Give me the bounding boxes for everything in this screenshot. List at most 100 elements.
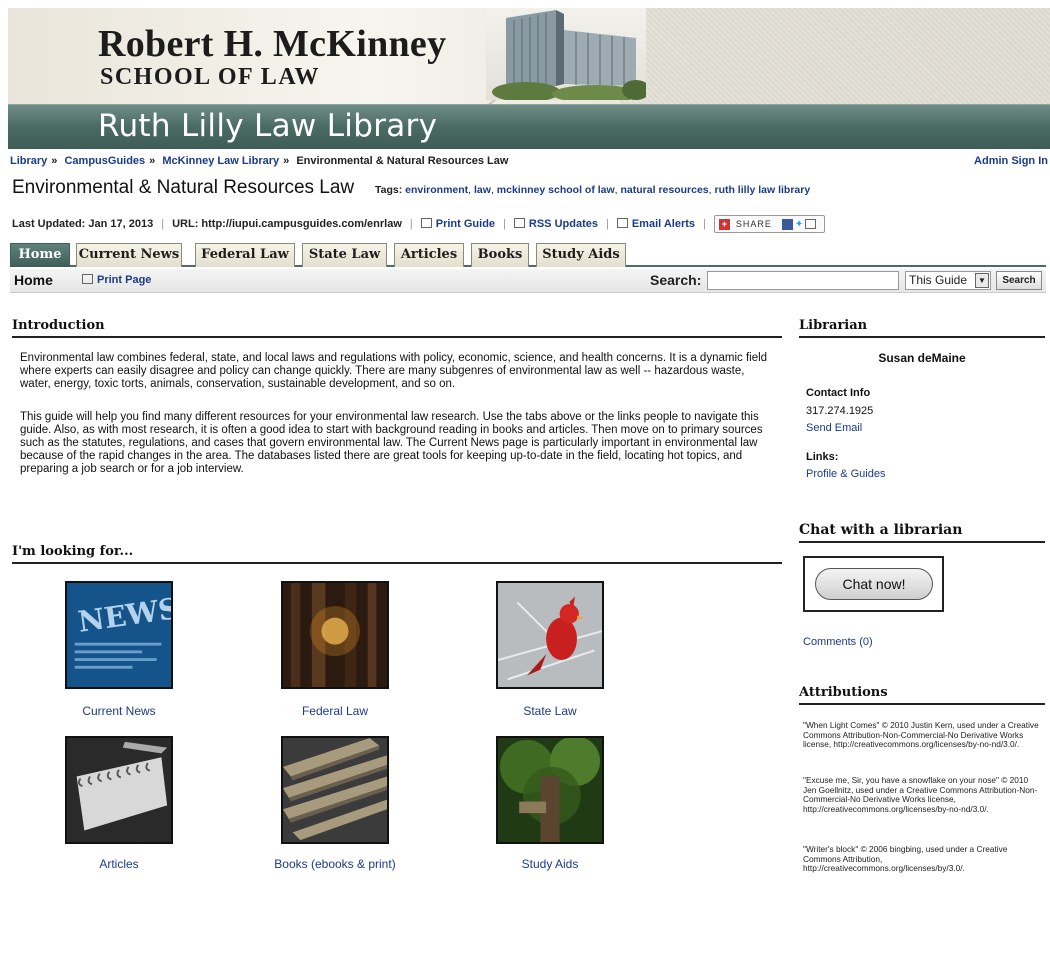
last-updated: Last Updated: Jan 17, 2013 xyxy=(12,218,154,230)
tag-link[interactable]: mckinney school of law xyxy=(497,184,615,196)
tab-current-news[interactable]: Current News xyxy=(76,243,182,267)
state-law-link[interactable]: State Law xyxy=(460,704,640,718)
chat-now-button[interactable]: Chat now! xyxy=(815,568,933,600)
current-news-link[interactable]: Current News xyxy=(29,704,209,718)
chat-heading: Chat with a librarian xyxy=(799,522,1045,543)
attributions-heading: Attributions xyxy=(799,685,1045,705)
tab-state-law[interactable]: State Law xyxy=(302,243,387,267)
breadcrumb-current: Environmental & Natural Resources Law xyxy=(296,155,509,167)
tag-link[interactable]: ruth lilly law library xyxy=(714,184,810,196)
banner-top: Robert H. McKinney SCHOOL OF LAW xyxy=(8,8,1050,104)
library-name: Ruth Lilly Law Library xyxy=(98,108,438,144)
print-page-link[interactable]: Print Page xyxy=(82,274,151,286)
articles-link[interactable]: Articles xyxy=(29,857,209,871)
breadcrumb-separator: » xyxy=(283,155,290,167)
email-share-icon xyxy=(805,219,817,229)
search-scope-value: This Guide xyxy=(909,273,968,287)
state-law-image[interactable] xyxy=(496,581,604,689)
profile-guides-link[interactable]: Profile & Guides xyxy=(806,468,885,480)
intro-paragraph-1: Environmental law combines federal, stat… xyxy=(20,352,768,390)
site-banner[interactable]: Robert H. McKinney SCHOOL OF LAW Ruth Li… xyxy=(8,8,1050,149)
divider: | xyxy=(605,218,609,230)
tab-study-aids[interactable]: Study Aids xyxy=(536,243,626,267)
comments-link[interactable]: Comments (0) xyxy=(803,636,873,648)
print-guide-link[interactable]: Print Guide xyxy=(420,218,496,230)
forest-light-icon xyxy=(283,583,387,687)
search-input[interactable] xyxy=(707,271,899,290)
divider: | xyxy=(409,218,413,230)
page-toolbar: Home Print Page Search: This Guide ▼ Sea… xyxy=(10,269,1046,293)
breadcrumb-separator: » xyxy=(149,155,156,167)
guide-url: URL: http://iupui.campusguides.com/enrla… xyxy=(172,218,402,230)
guide-tags: Tags: environment, law, mckinney school … xyxy=(375,184,811,196)
tab-bar: Home Current News Federal Law State Law … xyxy=(10,241,1046,267)
federal-law-link[interactable]: Federal Law xyxy=(245,704,425,718)
email-alerts-label: Email Alerts xyxy=(631,218,696,230)
twitter-icon: ✦ xyxy=(794,218,804,230)
tab-home[interactable]: Home xyxy=(10,243,70,267)
printer-icon xyxy=(420,218,432,228)
breadcrumb-separator: » xyxy=(51,155,58,167)
email-alerts-link[interactable]: Email Alerts xyxy=(616,218,696,230)
envelope-icon xyxy=(616,218,628,228)
intro-paragraph-2: This guide will help you find many diffe… xyxy=(20,411,763,475)
rss-icon xyxy=(513,218,525,228)
guide-meta-row: Last Updated: Jan 17, 2013 | URL: http:/… xyxy=(12,215,826,233)
divider: | xyxy=(703,218,706,230)
introduction-heading: Introduction xyxy=(12,318,782,338)
rss-updates-link[interactable]: RSS Updates xyxy=(513,218,598,230)
send-email-link[interactable]: Send Email xyxy=(806,422,862,434)
federal-law-image[interactable] xyxy=(281,581,389,689)
tab-books[interactable]: Books xyxy=(471,243,529,267)
search-label: Search: xyxy=(650,272,702,288)
tag-link[interactable]: natural resources xyxy=(621,184,709,196)
search-scope-select[interactable]: This Guide ▼ xyxy=(905,271,991,290)
school-subtitle: SCHOOL OF LAW xyxy=(100,64,320,90)
printer-icon xyxy=(82,274,93,284)
attribution-text: "When Light Comes" © 2010 Justin Kern, u… xyxy=(803,720,1039,750)
tab-articles[interactable]: Articles xyxy=(394,243,464,267)
books-link[interactable]: Books (ebooks & print) xyxy=(245,857,425,871)
breadcrumb-campusguides[interactable]: CampusGuides xyxy=(64,155,145,167)
type-blocks-icon xyxy=(283,738,387,842)
print-guide-label: Print Guide xyxy=(435,218,496,230)
breadcrumb-library[interactable]: Library xyxy=(10,155,47,167)
divider: | xyxy=(503,218,506,230)
admin-sign-in-link[interactable]: Admin Sign In xyxy=(974,155,1048,167)
building-photo xyxy=(486,8,646,100)
attribution-text: "Writer's block" © 2006 bingbing, used u… xyxy=(803,844,1008,874)
facebook-icon xyxy=(781,218,793,230)
plus-icon: + xyxy=(718,218,730,230)
attribution-text: "Excuse me, Sir, you have a snowflake on… xyxy=(803,775,1038,814)
articles-image[interactable] xyxy=(65,736,173,844)
banner-pattern xyxy=(620,8,1050,104)
links-label: Links: xyxy=(806,451,839,463)
chat-widget: Chat now! xyxy=(803,556,944,612)
tab-federal-law[interactable]: Federal Law xyxy=(195,243,295,267)
school-name: Robert H. McKinney xyxy=(98,23,447,65)
rss-label: RSS Updates xyxy=(528,218,598,230)
contact-info-label: Contact Info xyxy=(806,387,871,399)
study-aids-image[interactable] xyxy=(496,736,604,844)
chevron-down-icon: ▼ xyxy=(975,273,989,288)
cardinal-icon xyxy=(498,583,602,687)
newspaper-icon: NEWS xyxy=(67,583,171,687)
librarian-heading: Librarian xyxy=(799,318,1045,338)
tree-icon xyxy=(498,738,602,842)
page-name: Home xyxy=(14,272,53,288)
tag-link[interactable]: law xyxy=(474,184,491,196)
librarian-phone: 317.274.1925 xyxy=(806,405,874,417)
tags-label: Tags: xyxy=(375,184,403,196)
search-button[interactable]: Search xyxy=(996,271,1042,290)
share-button[interactable]: + SHARE ✦ xyxy=(713,215,826,233)
books-image[interactable] xyxy=(281,736,389,844)
librarian-name: Susan deMaine xyxy=(878,351,966,365)
breadcrumb-mckinney-law-library[interactable]: McKinney Law Library xyxy=(162,155,279,167)
tag-link[interactable]: environment xyxy=(405,184,468,196)
study-aids-link[interactable]: Study Aids xyxy=(460,857,640,871)
current-news-image[interactable]: NEWS xyxy=(65,581,173,689)
share-label: SHARE xyxy=(735,219,772,229)
looking-for-heading: I'm looking for... xyxy=(12,544,782,564)
print-page-label: Print Page xyxy=(97,274,152,286)
guide-title: Environmental & Natural Resources Law xyxy=(12,177,355,198)
